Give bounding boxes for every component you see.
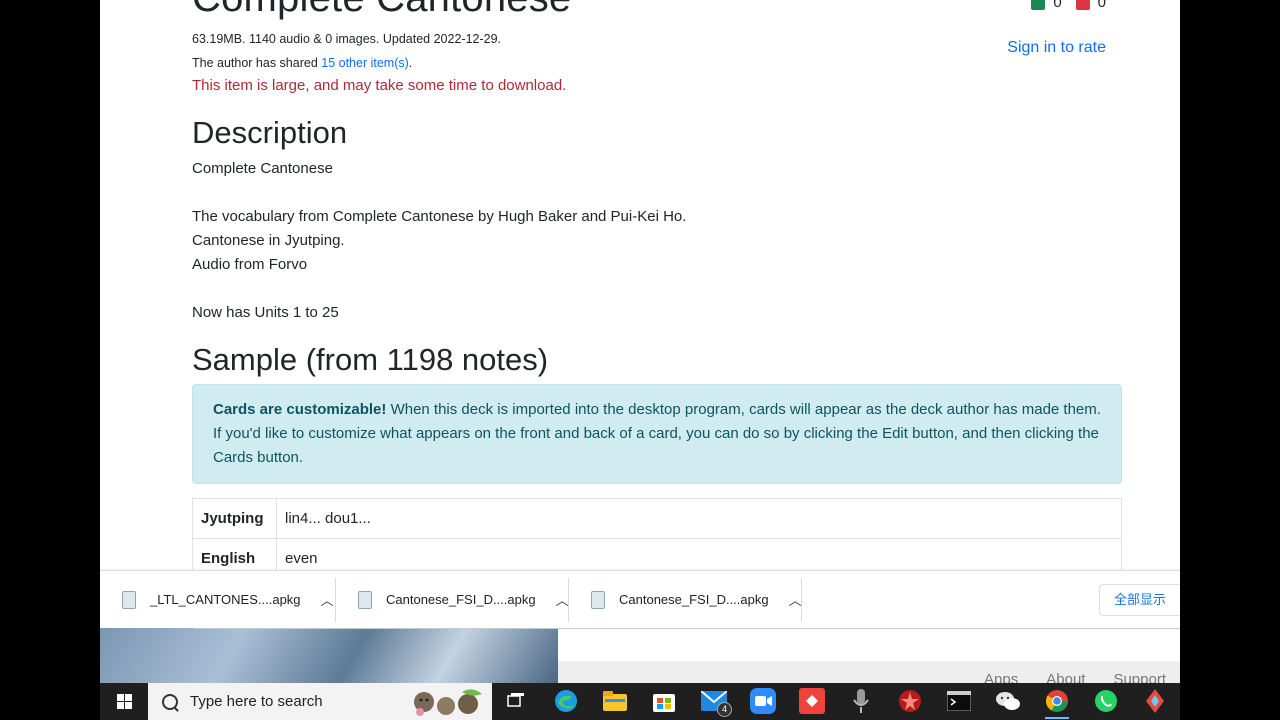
terminal-icon[interactable]	[945, 687, 973, 715]
mail-badge: 4	[717, 702, 732, 717]
description-line: Now has Units 1 to 25	[192, 304, 339, 321]
download-bar: _LTL_CANTONES....apkg ︿ Cantonese_FSI_D.…	[100, 570, 1180, 628]
description-line	[192, 181, 686, 205]
down-count: 0	[1097, 0, 1106, 11]
wechat-icon[interactable]	[994, 687, 1022, 715]
field-value: lin4... dou1...	[276, 498, 1122, 539]
whatsapp-icon[interactable]	[1092, 687, 1120, 715]
shared-items: The author has shared 15 other item(s).	[192, 56, 412, 70]
alert-bold: Cards are customizable!	[213, 401, 387, 418]
anydesk-icon[interactable]	[798, 687, 826, 715]
size-warning: This item is large, and may take some ti…	[192, 77, 567, 94]
taskbar-search[interactable]: Type here to search	[148, 683, 492, 720]
store-icon[interactable]	[650, 687, 678, 715]
download-item[interactable]: Cantonese_FSI_D....apkg ︿	[336, 571, 569, 628]
download-filename: Cantonese_FSI_D....apkg	[386, 592, 536, 607]
description-line	[192, 277, 686, 301]
chevron-up-icon[interactable]: ︿	[789, 590, 802, 609]
other-items-link[interactable]: 15 other item(s)	[321, 56, 409, 70]
sample-heading: Sample (from 1198 notes)	[192, 342, 549, 377]
background-photo	[100, 627, 558, 683]
apkg-file-icon	[122, 590, 136, 609]
sign-in-to-rate-link[interactable]: Sign in to rate	[1007, 39, 1106, 57]
rating-bar: 0 0	[1031, 0, 1106, 11]
sample-table: Jyutping lin4... dou1... English even	[192, 498, 1122, 579]
field-name: Jyutping	[192, 498, 277, 539]
mail-icon[interactable]: 4	[700, 687, 732, 717]
description-line: Cantonese in Jyutping.	[192, 232, 345, 249]
start-button[interactable]	[100, 683, 148, 720]
download-item[interactable]: Cantonese_FSI_D....apkg ︿	[569, 571, 802, 628]
deck-title: Complete Cantonese	[192, 0, 571, 21]
description-line: Complete Cantonese	[192, 160, 333, 177]
download-filename: _LTL_CANTONES....apkg	[150, 592, 301, 607]
chevron-up-icon[interactable]: ︿	[556, 590, 569, 609]
task-view-icon[interactable]	[502, 687, 530, 715]
description-heading: Description	[192, 115, 348, 150]
search-placeholder: Type here to search	[190, 693, 323, 710]
thumbs-down-icon[interactable]	[1075, 0, 1090, 10]
up-count: 0	[1053, 0, 1062, 11]
apkg-file-icon	[358, 590, 372, 609]
thumbs-up-icon[interactable]	[1031, 0, 1046, 10]
description-line: The vocabulary from Complete Cantonese b…	[192, 208, 687, 225]
windows-icon	[116, 694, 132, 709]
file-explorer-icon[interactable]	[601, 687, 629, 715]
anki-icon[interactable]	[896, 687, 924, 715]
background-window: Apps About Support	[100, 627, 1180, 688]
divider	[801, 578, 802, 622]
zoom-icon[interactable]	[749, 687, 777, 715]
table-row: Jyutping lin4... dou1...	[192, 498, 1122, 539]
deck-stats: 63.19MB. 1140 audio & 0 images. Updated …	[192, 32, 502, 46]
chrome-icon[interactable]	[1043, 687, 1071, 719]
taskbar: Type here to search 4	[100, 683, 1180, 720]
shared-suffix: .	[408, 56, 413, 70]
apkg-file-icon	[591, 590, 605, 609]
chevron-up-icon[interactable]: ︿	[321, 590, 334, 609]
app-icon[interactable]	[1141, 687, 1169, 715]
description-line: Audio from Forvo	[192, 256, 308, 273]
search-icon	[162, 693, 178, 710]
microphone-icon[interactable]	[847, 687, 875, 715]
description-body: Complete Cantonese The vocabulary from C…	[192, 157, 686, 325]
edge-icon[interactable]	[552, 687, 580, 715]
download-filename: Cantonese_FSI_D....apkg	[619, 592, 769, 607]
show-all-button[interactable]: 全部显示	[1098, 584, 1180, 616]
download-item[interactable]: _LTL_CANTONES....apkg ︿	[100, 571, 336, 628]
shared-prefix: The author has shared	[192, 56, 322, 70]
customizable-alert: Cards are customizable! When this deck i…	[192, 384, 1122, 484]
search-highlight-doodle-icon	[414, 689, 482, 716]
